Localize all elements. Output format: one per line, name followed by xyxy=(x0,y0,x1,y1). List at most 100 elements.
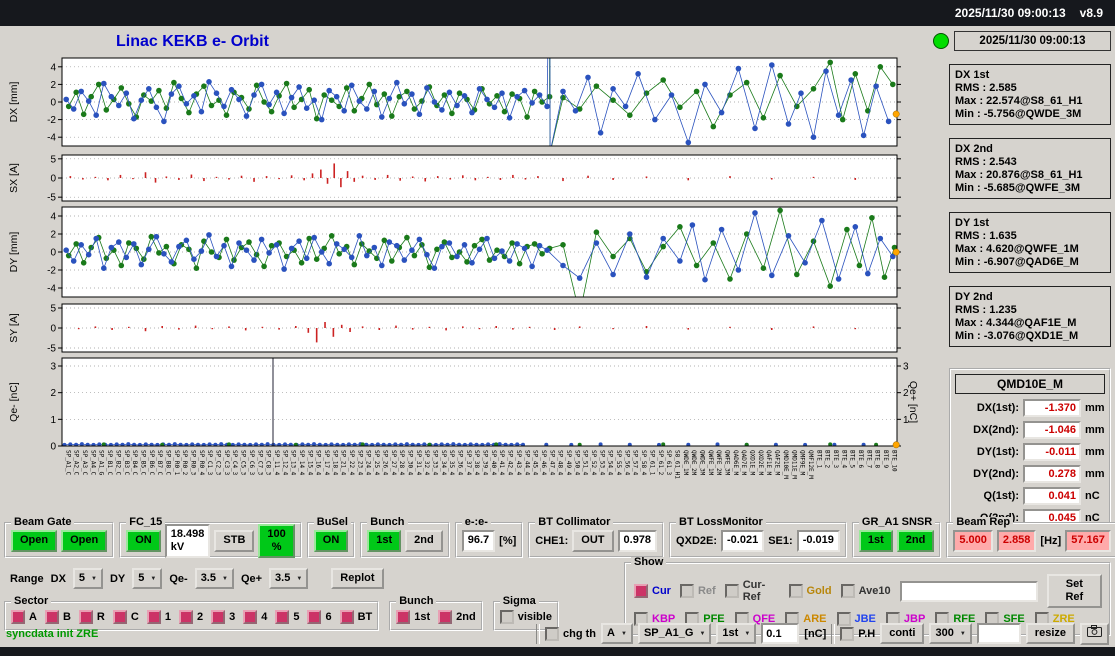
fc15-percent-button[interactable]: 100 % xyxy=(258,524,294,558)
x-axis-label: SP_39_4 xyxy=(479,450,487,506)
chg-th-label: chg th xyxy=(563,628,596,640)
svg-text:0: 0 xyxy=(50,442,56,453)
control-row-1: Beam Gate Open Open FC_15 ON 18.498 kV S… xyxy=(0,514,1115,558)
fc15-on-button[interactable]: ON xyxy=(126,530,161,551)
che1-out-button[interactable]: OUT xyxy=(572,530,613,551)
range-dx-select[interactable]: 5 ▼ xyxy=(73,568,103,589)
x-axis-label: SP_A1_G xyxy=(95,450,103,506)
plot-dx: 420-2-4DX [mm] xyxy=(8,0,901,155)
beam-gate-open-2-button[interactable]: Open xyxy=(61,530,107,551)
svg-text:4: 4 xyxy=(50,62,56,73)
range-qe-plus-value: 3.5 xyxy=(275,572,290,585)
group-title: GR_A1 SNSR xyxy=(859,517,935,528)
checkbox-item-ave10[interactable]: Ave10 xyxy=(841,579,891,603)
x-axis-label: SP_C7_3 xyxy=(254,450,262,506)
x-axis-label: BTE_6 xyxy=(855,450,863,506)
x-axis-labels: SP_A1_CSP_A2_CSP_A3_CSP_A4_CSP_A1_GSP_B1… xyxy=(62,450,897,506)
beam-gate-group: Beam Gate Open Open xyxy=(4,522,114,558)
checkbox-ave10[interactable] xyxy=(841,584,855,598)
sector-select[interactable]: A ▼ xyxy=(601,623,633,644)
svg-text:3: 3 xyxy=(903,362,909,373)
chevron-down-icon: ▼ xyxy=(296,576,302,582)
x-axis-label: QWDE_1M xyxy=(679,450,687,506)
x-axis-label: QAD7E_M xyxy=(738,450,746,506)
beam-rep-value-2: 2.858 xyxy=(997,530,1037,551)
x-axis-label: SP_16_4 xyxy=(312,450,320,506)
ref-entry[interactable] xyxy=(900,581,1038,602)
x-axis-label: SP_14_4 xyxy=(296,450,304,506)
x-axis-label: SP_24_4 xyxy=(362,450,370,506)
x-axis-label: SP_C6_3 xyxy=(246,450,254,506)
checkbox-item-cur-ref[interactable]: Cur-Ref xyxy=(725,579,780,603)
stat-title: DY 1st xyxy=(955,217,1105,229)
interval-select[interactable]: 300 ▼ xyxy=(929,623,971,644)
busel-on-button[interactable]: ON xyxy=(314,530,349,551)
x-axis-label: QXD2E_M xyxy=(755,450,763,506)
monitor-select[interactable]: SP_A1_G ▼ xyxy=(638,623,711,644)
conti-button[interactable]: conti xyxy=(880,623,924,644)
checkbox-cur[interactable] xyxy=(634,584,648,598)
stat-rms: RMS : 2.585 xyxy=(955,82,1105,94)
group-title: BT Collimator xyxy=(535,517,613,528)
x-axis-label: QAD6E_M xyxy=(730,450,738,506)
stat-dx-1st: DX 1st RMS : 2.585 Max : 22.574@S8_61_H1… xyxy=(949,64,1111,125)
snsr-2nd-button[interactable]: 2nd xyxy=(897,530,935,551)
svg-text:-4: -4 xyxy=(47,284,56,295)
checkbox-item-gold[interactable]: Gold xyxy=(789,579,832,603)
se1-label: SE1: xyxy=(768,535,792,547)
aux-input[interactable] xyxy=(977,623,1021,644)
checkbox-cur-ref[interactable] xyxy=(725,584,739,598)
stat-dy-1st: DY 1st RMS : 1.635 Max : 4.620@QWFE_1M M… xyxy=(949,212,1111,273)
snsr-1st-button[interactable]: 1st xyxy=(859,530,893,551)
checkbox-item-ref[interactable]: Ref xyxy=(680,579,716,603)
range-dy-select[interactable]: 5 ▼ xyxy=(132,568,162,589)
monitor-row-label: DX(1st): xyxy=(955,402,1019,414)
beam-gate-open-1-button[interactable]: Open xyxy=(11,530,57,551)
monitor-row: DY(2nd): 0.278 mm xyxy=(955,465,1105,483)
bunch-2nd-button[interactable]: 2nd xyxy=(405,530,443,551)
chg-th-checkbox-item[interactable]: chg th xyxy=(545,627,596,641)
svg-text:4: 4 xyxy=(50,212,56,223)
stat-dy-2nd: DY 2nd RMS : 1.235 Max : 4.344@QAF1E_M M… xyxy=(949,286,1111,347)
ee-value-field: 96.7 xyxy=(462,530,495,551)
x-axis-label: SP_51_4 xyxy=(579,450,587,506)
set-ref-button[interactable]: Set Ref xyxy=(1047,574,1102,608)
x-axis-label: SP_35_4 xyxy=(446,450,454,506)
chg-th-checkbox[interactable] xyxy=(545,627,559,641)
svg-text:DX [mm]: DX [mm] xyxy=(8,82,20,123)
monitor-row: Q(1st): 0.041 nC xyxy=(955,487,1105,505)
fc15-stb-button[interactable]: STB xyxy=(214,530,254,551)
checkbox-ref[interactable] xyxy=(680,584,694,598)
group-title: BuSel xyxy=(314,517,351,528)
x-axis-label: BTE_5 xyxy=(846,450,854,506)
x-axis-label: SP_B3_C xyxy=(120,450,128,506)
ph-checkbox-item[interactable]: P.H xyxy=(840,627,875,641)
bunch-threshold-value: 1st xyxy=(722,627,738,640)
threshold-input[interactable] xyxy=(761,623,799,644)
checkbox-gold[interactable] xyxy=(789,584,803,598)
x-axis-label: SP_B7_C xyxy=(154,450,162,506)
gr-snsr-group: GR_A1 SNSR 1st 2nd xyxy=(852,522,941,558)
range-qe-minus-select[interactable]: 3.5 ▼ xyxy=(195,568,234,589)
chevron-down-icon: ▼ xyxy=(960,631,966,637)
screenshot-button[interactable] xyxy=(1080,623,1109,645)
x-axis-label: SP_40_4 xyxy=(488,450,496,506)
checkbox-item-cur[interactable]: Cur xyxy=(634,579,671,603)
monitor-row-unit: mm xyxy=(1085,424,1105,436)
group-title: Bunch xyxy=(367,517,407,528)
svg-text:5: 5 xyxy=(50,154,56,165)
bunch-threshold-select[interactable]: 1st ▼ xyxy=(716,623,756,644)
bunch-1st-button[interactable]: 1st xyxy=(367,530,401,551)
range-qe-plus-select[interactable]: 3.5 ▼ xyxy=(269,568,308,589)
plot-qe: 3210321Qe- [nC]Qe+ [nC] xyxy=(8,358,919,453)
x-axis-label: SP_B5_C xyxy=(137,450,145,506)
x-axis-label: SP_R0_2 xyxy=(179,450,187,506)
resize-button[interactable]: resize xyxy=(1026,623,1075,644)
replot-button[interactable]: Replot xyxy=(331,568,383,589)
ph-checkbox[interactable] xyxy=(840,627,854,641)
x-axis-label: SP_18_4 xyxy=(329,450,337,506)
x-axis-label: SP_17_4 xyxy=(321,450,329,506)
monitor-row-value: 0.041 xyxy=(1023,487,1081,505)
x-axis-label: SP_58_4 xyxy=(638,450,646,506)
fc15-voltage-field: 18.498 kV xyxy=(165,524,211,558)
